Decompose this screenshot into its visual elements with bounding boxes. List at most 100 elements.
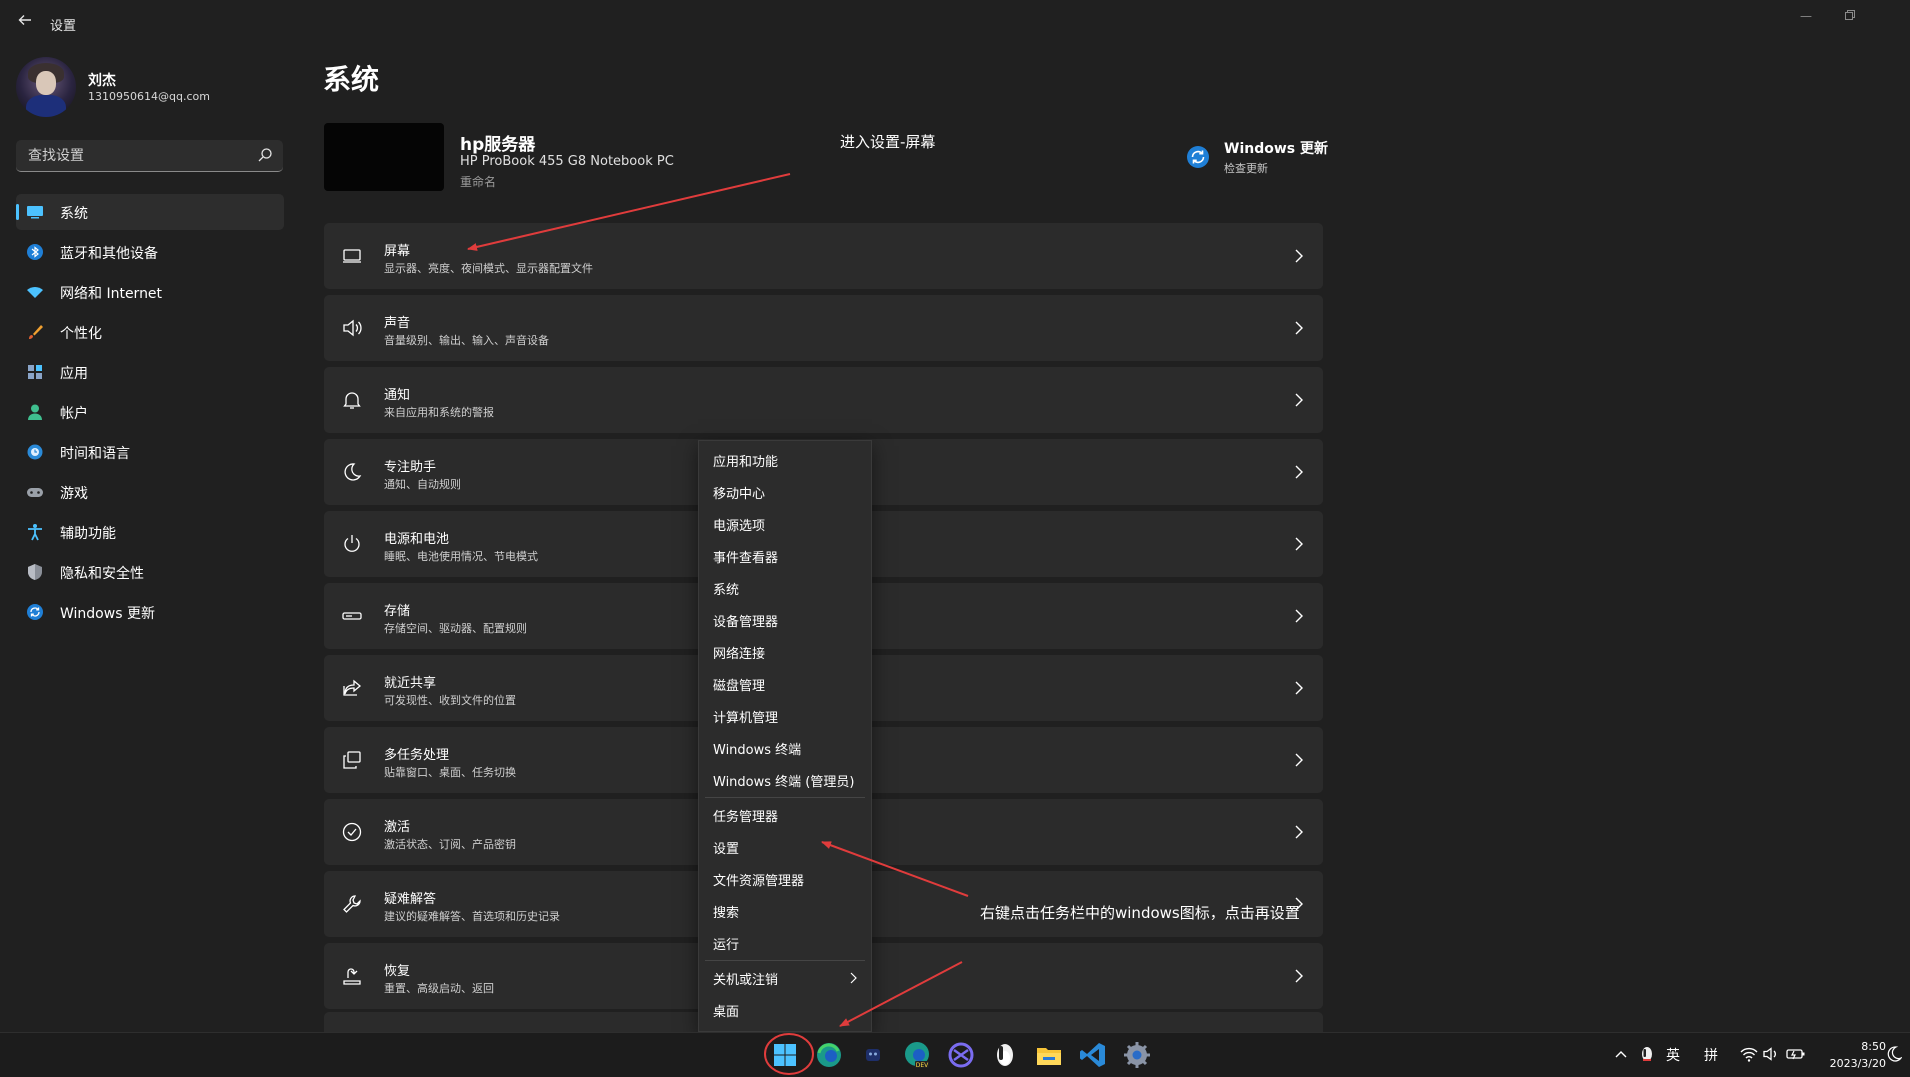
sidebar-item-gaming[interactable]: 游戏	[16, 474, 284, 510]
menu-item-windows-terminal-admin[interactable]: Windows 终端 (管理员)	[699, 767, 871, 793]
chevron-up-icon[interactable]	[1614, 1048, 1628, 1060]
setting-display[interactable]: 屏幕 显示器、亮度、夜间模式、显示器配置文件	[324, 223, 1323, 289]
sidebar-item-windows-update[interactable]: Windows 更新	[16, 594, 284, 630]
chevron-right-icon	[1295, 249, 1303, 263]
sidebar-nav: 系统 蓝牙和其他设备 网络和 Internet 个性化 应用 帐户 时间和语言 …	[16, 194, 284, 634]
annotation-bottom: 右键点击任务栏中的windows图标，点击再设置	[980, 904, 1300, 922]
page-title: 系统	[323, 63, 380, 96]
setting-notifications[interactable]: 通知 来自应用和系统的警报	[324, 367, 1323, 433]
windows-update-title[interactable]: Windows 更新	[1224, 138, 1328, 158]
menu-item-settings[interactable]: 设置	[699, 834, 871, 860]
gamepad-icon	[27, 488, 43, 497]
menu-item-system[interactable]: 系统	[699, 575, 871, 601]
app-title: 设置	[50, 19, 77, 34]
windows-update-icon[interactable]	[1186, 145, 1210, 169]
menu-item-mobility-center[interactable]: 移动中心	[699, 479, 871, 505]
search-box[interactable]	[16, 140, 283, 172]
start-icon[interactable]	[770, 1040, 800, 1070]
recovery-icon	[343, 968, 361, 985]
shield-icon	[28, 564, 42, 580]
menu-separator	[705, 960, 865, 961]
user-name: 刘杰	[88, 73, 116, 89]
brush-icon	[29, 325, 43, 339]
ime-mode[interactable]: 拼	[1704, 1045, 1718, 1065]
settings-gear-icon[interactable]	[1122, 1040, 1152, 1070]
chevron-right-icon	[1295, 825, 1303, 839]
wrench-icon	[343, 895, 361, 913]
menu-separator	[705, 797, 865, 798]
avatar[interactable]	[16, 57, 76, 117]
menu-item-desktop[interactable]: 桌面	[699, 997, 871, 1023]
volume-icon[interactable]	[1762, 1045, 1780, 1063]
sidebar-item-bluetooth[interactable]: 蓝牙和其他设备	[16, 234, 284, 270]
moon-icon	[344, 463, 362, 481]
sidebar-item-accounts[interactable]: 帐户	[16, 394, 284, 430]
network-icon	[27, 287, 43, 298]
menu-item-computer-management[interactable]: 计算机管理	[699, 703, 871, 729]
storage-icon	[342, 612, 362, 620]
clock-date[interactable]: 2023/3/20	[1812, 1057, 1886, 1070]
account-icon	[28, 404, 42, 420]
chevron-right-icon	[1295, 393, 1303, 407]
sidebar-item-apps[interactable]: 应用	[16, 354, 284, 390]
clock-time[interactable]: 8:50	[1846, 1040, 1886, 1053]
mascot-icon[interactable]	[858, 1040, 888, 1070]
notification-moon-icon[interactable]	[1886, 1046, 1902, 1062]
chevron-right-icon	[1295, 969, 1303, 983]
chevron-right-icon	[1295, 321, 1303, 335]
menu-item-run[interactable]: 运行	[699, 930, 871, 956]
chevron-right-icon	[1295, 681, 1303, 695]
sidebar-item-network[interactable]: 网络和 Internet	[16, 274, 284, 310]
file-explorer-icon[interactable]	[1034, 1040, 1064, 1070]
chevron-right-icon	[850, 972, 857, 984]
vscode-icon[interactable]	[1078, 1040, 1108, 1070]
edge-icon[interactable]	[814, 1040, 844, 1070]
setting-sound[interactable]: 声音 音量级别、输出、输入、声音设备	[324, 295, 1323, 361]
menu-item-network-connections[interactable]: 网络连接	[699, 639, 871, 665]
apps-icon	[28, 365, 42, 379]
search-input[interactable]	[26, 140, 250, 172]
sidebar-item-accessibility[interactable]: 辅助功能	[16, 514, 284, 550]
device-name: hp服务器	[460, 135, 536, 155]
menu-item-shutdown-signout[interactable]: 关机或注销	[699, 965, 871, 991]
menu-item-event-viewer[interactable]: 事件查看器	[699, 543, 871, 569]
menu-item-file-explorer[interactable]: 文件资源管理器	[699, 866, 871, 892]
wifi-icon[interactable]	[1740, 1045, 1758, 1063]
minimize-icon[interactable]: —	[1786, 6, 1826, 26]
sidebar-item-personalization[interactable]: 个性化	[16, 314, 284, 350]
restore-icon[interactable]	[1830, 6, 1870, 26]
menu-item-apps-features[interactable]: 应用和功能	[699, 447, 871, 473]
chevron-right-icon	[1295, 609, 1303, 623]
edge-dev-icon[interactable]: DEV	[902, 1040, 932, 1070]
menu-item-device-manager[interactable]: 设备管理器	[699, 607, 871, 633]
network-app-icon[interactable]	[946, 1040, 976, 1070]
chevron-right-icon	[1295, 753, 1303, 767]
search-icon[interactable]	[257, 147, 273, 163]
qq-penguin-icon[interactable]	[990, 1040, 1020, 1070]
qq-tray-icon[interactable]	[1638, 1045, 1656, 1063]
power-icon	[344, 535, 360, 552]
chevron-right-icon	[1295, 537, 1303, 551]
sidebar-item-time-language[interactable]: 时间和语言	[16, 434, 284, 470]
check-updates-label: 检查更新	[1224, 162, 1268, 175]
title-bar: 设置 —	[0, 0, 1910, 46]
back-arrow-icon[interactable]	[14, 12, 36, 34]
bell-icon	[343, 392, 361, 409]
multitask-icon	[343, 751, 361, 769]
globe-clock-icon	[27, 444, 43, 460]
menu-item-task-manager[interactable]: 任务管理器	[699, 802, 871, 828]
speaker-icon	[343, 319, 362, 337]
user-email: 1310950614@qq.com	[88, 90, 210, 103]
menu-item-power-options[interactable]: 电源选项	[699, 511, 871, 537]
sidebar-item-system[interactable]: 系统	[16, 194, 284, 230]
device-model: HP ProBook 455 G8 Notebook PC	[460, 154, 674, 169]
battery-icon[interactable]	[1786, 1045, 1806, 1063]
menu-item-search[interactable]: 搜索	[699, 898, 871, 924]
sidebar-item-privacy[interactable]: 隐私和安全性	[16, 554, 284, 590]
bluetooth-icon	[27, 244, 43, 260]
taskbar: DEV 英 拼 8:50 2023/3/20	[0, 1032, 1910, 1077]
menu-item-disk-management[interactable]: 磁盘管理	[699, 671, 871, 697]
menu-item-windows-terminal[interactable]: Windows 终端	[699, 735, 871, 761]
rename-link[interactable]: 重命名	[460, 173, 496, 190]
input-language[interactable]: 英	[1666, 1045, 1680, 1065]
